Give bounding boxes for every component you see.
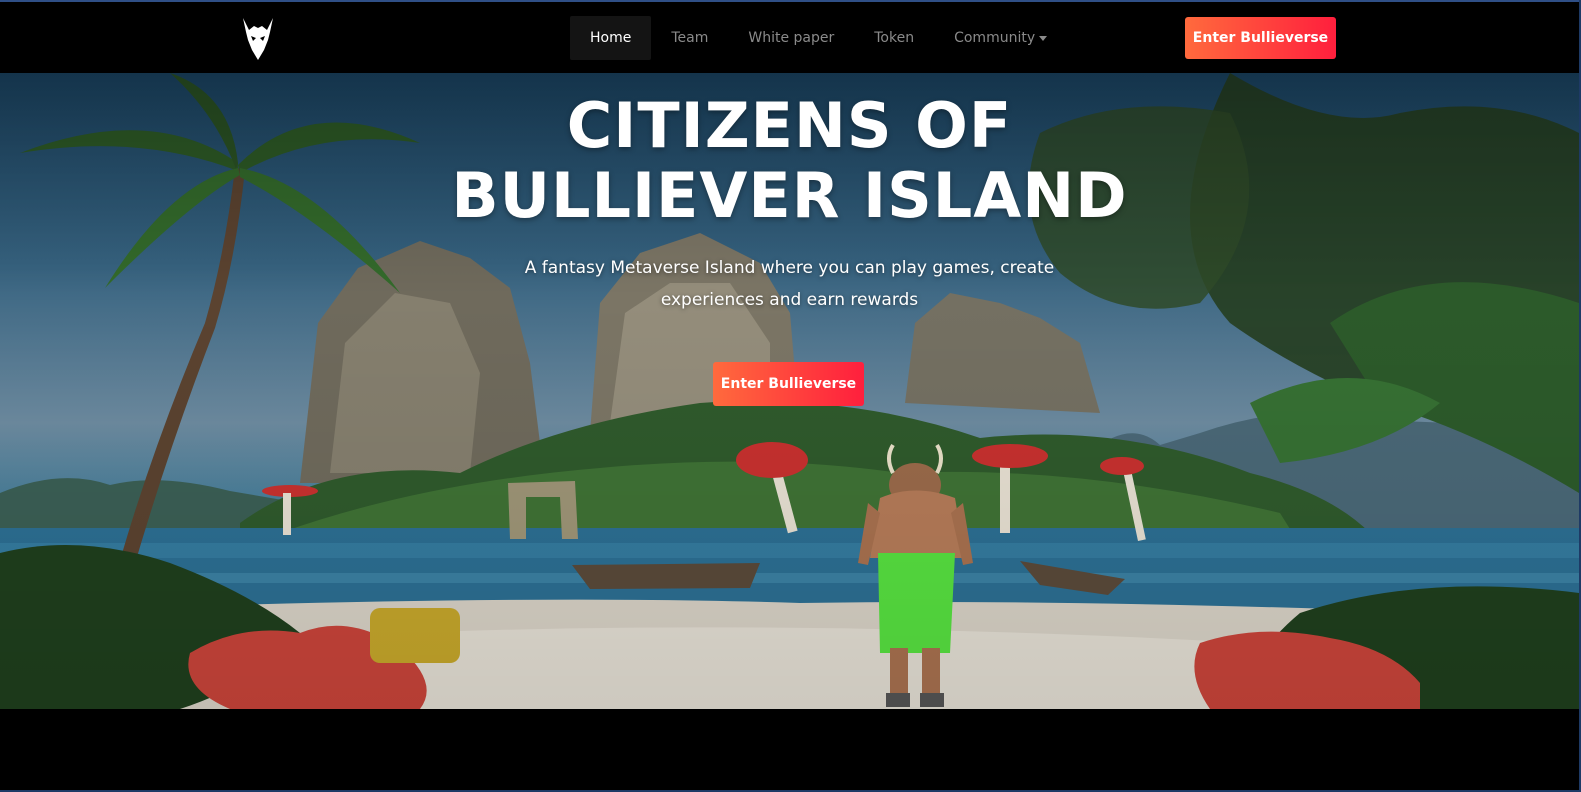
hero-section: CITIZENS OF BULLIEVER ISLAND A fantasy M…	[0, 73, 1579, 709]
button-label: Enter Bullieverse	[720, 376, 857, 392]
nav-link-label: White paper	[748, 30, 835, 46]
enter-bullieverse-hero-button[interactable]: Enter Bullieverse	[713, 362, 864, 406]
button-label: Enter Bullieverse	[1192, 30, 1329, 46]
hero-subtitle-line1: A fantasy Metaverse Island where you can…	[524, 258, 1055, 278]
nav-link-token[interactable]: Token	[854, 16, 934, 60]
nav-link-label: Team	[671, 30, 709, 46]
nav-link-label: Home	[590, 30, 632, 46]
nav-link-label: Token	[874, 30, 915, 46]
hero-subtitle-line2: experiences and earn rewards	[660, 290, 919, 310]
enter-bullieverse-nav-button[interactable]: Enter Bullieverse	[1185, 17, 1336, 59]
nav-link-home[interactable]: Home	[570, 16, 652, 60]
nav-link-community-dropdown[interactable]: Community	[934, 16, 1067, 60]
nav-link-team[interactable]: Team	[651, 16, 728, 60]
nav-link-label: Community	[954, 30, 1036, 46]
top-navbar: Home Team White paper Token Community En…	[0, 2, 1579, 73]
page-bottom-band	[0, 709, 1579, 790]
caret-down-icon	[1039, 35, 1048, 41]
nav-menu: Home Team White paper Token Community	[570, 16, 1067, 60]
nav-link-white-paper[interactable]: White paper	[728, 16, 854, 60]
bull-head-logo-icon[interactable]	[240, 16, 276, 62]
hero-title-line1: CITIZENS OF	[566, 89, 1013, 162]
hero-title-line2: BULLIEVER ISLAND	[451, 159, 1128, 232]
